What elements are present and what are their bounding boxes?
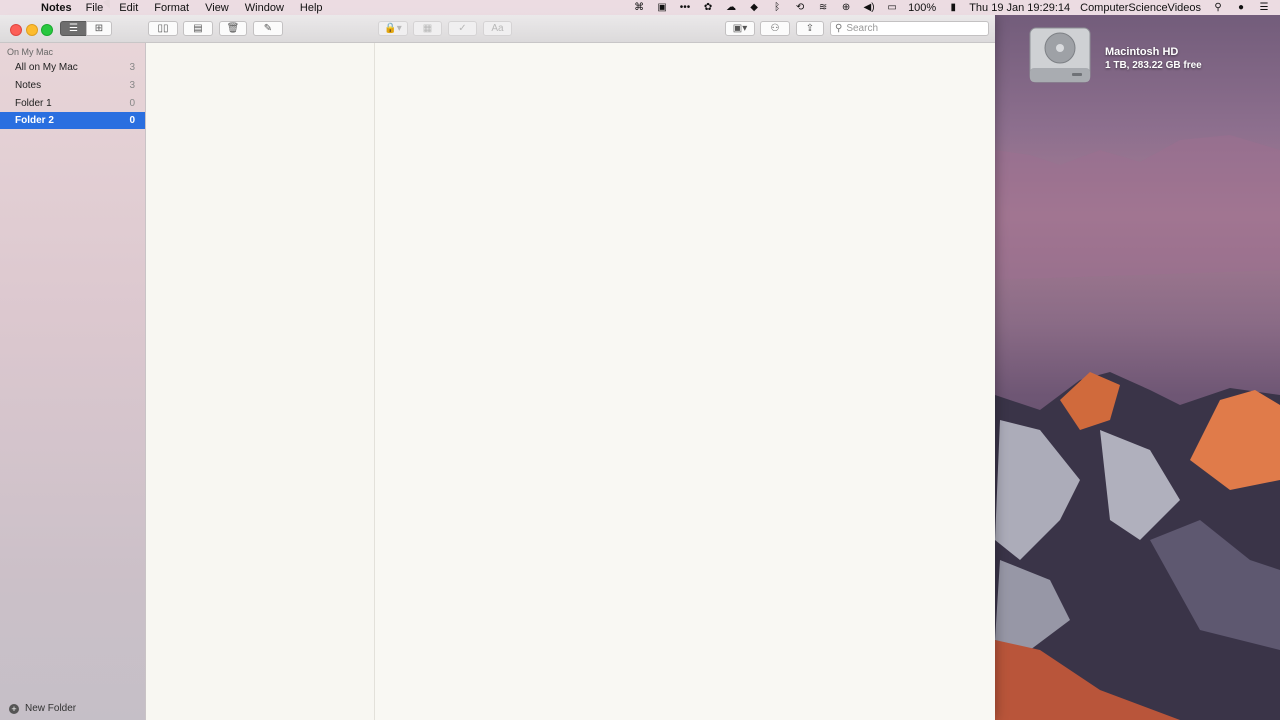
sidebar-item-folder-1[interactable]: Folder 1 0	[0, 95, 145, 112]
list-icon: ☰	[69, 23, 78, 34]
sidebar-item-folder-2[interactable]: Folder 2 0	[0, 112, 145, 129]
battery-percent[interactable]: 100%	[908, 2, 936, 14]
lock-icon: 🔒▾	[384, 23, 402, 34]
checklist-button[interactable]: ✓	[448, 21, 477, 36]
lock-button[interactable]: 🔒▾	[378, 21, 408, 36]
media-icon: ▣▾	[732, 23, 748, 34]
menu-format[interactable]: Format	[154, 2, 189, 14]
folder-name: Folder 1	[15, 98, 52, 109]
zoom-button[interactable]	[41, 24, 53, 36]
hard-drive-icon[interactable]	[1028, 24, 1092, 86]
share-icon: ⇪	[805, 23, 815, 34]
time-machine-icon[interactable]: ⟲	[793, 2, 807, 13]
menu-file[interactable]: File	[86, 2, 104, 14]
menu-edit[interactable]: Edit	[119, 2, 138, 14]
attachments-button[interactable]: ▤	[183, 21, 213, 36]
menu-view[interactable]: View	[205, 2, 229, 14]
table-icon: ▦	[422, 23, 433, 34]
toolbar: ☰ ⊞ ▯▯ ▤ 🗑 ✎ 🔒▾ ▦ ✓ Aa ▣▾ ⚇ ⇪ ⚲ Search	[0, 15, 995, 43]
minimize-button[interactable]	[26, 24, 38, 36]
menu-window[interactable]: Window	[245, 2, 284, 14]
sidebar-item-all-on-my-mac[interactable]: All on My Mac 3	[0, 59, 145, 76]
cherry-icon[interactable]: ✿	[701, 2, 715, 13]
checkmark-circle-icon: ✓	[458, 23, 467, 34]
gallery-view-button[interactable]: ⊞	[86, 21, 112, 36]
clock[interactable]: Thu 19 Jan 19:29:14	[969, 2, 1070, 14]
folder-sidebar: On My Mac All on My Mac 3 Notes 3 Folder…	[0, 43, 146, 720]
bluetooth-icon[interactable]: ᛒ	[770, 2, 784, 13]
search-placeholder: Search	[846, 23, 879, 34]
wifi-icon[interactable]: ≋	[816, 2, 830, 13]
grid-icon: ⊞	[94, 23, 104, 34]
menu-help[interactable]: Help	[300, 2, 323, 14]
folder-name: Folder 2	[15, 115, 54, 126]
menu-app-notes[interactable]: Notes	[41, 2, 72, 14]
attachments-icon: ▤	[193, 23, 203, 34]
user-name[interactable]: ComputerScienceVideos	[1080, 2, 1201, 14]
spotlight-icon[interactable]: ⚲	[1211, 2, 1225, 13]
search-icon: ⚲	[835, 23, 843, 34]
format-button[interactable]: Aa	[483, 21, 512, 36]
sidebar-item-notes[interactable]: Notes 3	[0, 77, 145, 94]
battery-icon[interactable]: ▮	[946, 2, 960, 13]
siri-icon[interactable]: ●	[1234, 2, 1248, 13]
trash-icon: 🗑	[226, 23, 240, 34]
add-people-button[interactable]: ⚇	[760, 21, 790, 36]
list-view-button[interactable]: ☰	[60, 21, 87, 36]
table-button[interactable]: ▦	[413, 21, 442, 36]
menu-extra-icon[interactable]: ◆	[747, 2, 761, 13]
notes-window: ☰ ⊞ ▯▯ ▤ 🗑 ✎ 🔒▾ ▦ ✓ Aa ▣▾ ⚇ ⇪ ⚲ Search O…	[0, 15, 995, 720]
cloud-icon[interactable]: ☁	[724, 2, 738, 13]
drive-info: 1 TB, 283.22 GB free	[1105, 60, 1202, 71]
more-dots-icon[interactable]: •••	[678, 2, 692, 13]
sidebar-icon: ▯▯	[157, 23, 169, 34]
volume-icon[interactable]: ◀)	[862, 2, 876, 13]
folder-name: All on My Mac	[15, 62, 78, 73]
menu-bar: Notes File Edit Format View Window Help …	[0, 0, 1280, 15]
add-people-icon: ⚇	[770, 23, 780, 34]
new-note-button[interactable]: ✎	[253, 21, 283, 36]
note-list-pane[interactable]	[146, 43, 375, 720]
folder-count: 3	[129, 80, 135, 91]
share-button[interactable]: ⇪	[796, 21, 824, 36]
app-status-icon[interactable]: ⌘	[632, 2, 646, 13]
section-title: On My Mac	[7, 47, 54, 57]
screen-record-icon[interactable]: ▣	[655, 2, 669, 13]
drive-name[interactable]: Macintosh HD	[1105, 46, 1178, 58]
notification-center-icon[interactable]: ☰	[1257, 2, 1271, 13]
photos-media-button[interactable]: ▣▾	[725, 21, 755, 36]
folder-count: 0	[129, 98, 135, 109]
note-editor[interactable]	[375, 43, 995, 720]
folder-count: 3	[129, 62, 135, 73]
new-folder-label: New Folder	[25, 703, 77, 714]
new-folder-button[interactable]: + New Folder	[9, 703, 76, 714]
folder-name: Notes	[15, 80, 42, 91]
airplay-icon[interactable]: ▭	[885, 2, 899, 13]
compose-icon: ✎	[263, 23, 273, 34]
close-button[interactable]	[10, 24, 22, 36]
delete-button[interactable]: 🗑	[219, 21, 247, 36]
search-field[interactable]: ⚲ Search	[830, 21, 989, 36]
toggle-sidebar-button[interactable]: ▯▯	[148, 21, 178, 36]
network-icon[interactable]: ⊕	[839, 2, 853, 13]
plus-icon: +	[9, 703, 19, 714]
folder-count: 0	[129, 115, 135, 126]
